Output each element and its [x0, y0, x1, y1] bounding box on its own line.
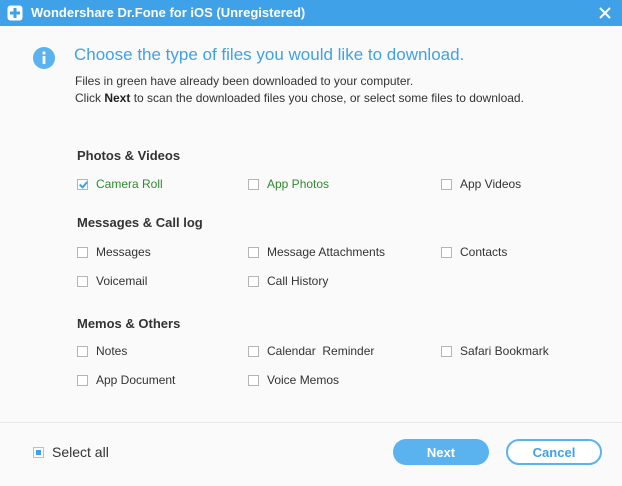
voice-memos-checkbox[interactable]	[248, 375, 259, 386]
section-messages-call-log: Messages & Call log	[77, 215, 203, 230]
notes-label: Notes	[96, 344, 128, 358]
app-videos-label: App Videos	[460, 177, 522, 191]
option-message-attachments[interactable]: Message Attachments	[248, 245, 385, 260]
option-messages[interactable]: Messages	[77, 245, 151, 260]
option-app-document[interactable]: App Document	[77, 373, 175, 388]
description-line-2: Click Next to scan the downloaded files …	[75, 91, 524, 106]
description-line-1: Files in green have already been downloa…	[75, 74, 414, 88]
camera-roll-label: Camera Roll	[96, 177, 163, 191]
option-voicemail[interactable]: Voicemail	[77, 274, 147, 289]
option-camera-roll[interactable]: Camera Roll	[77, 177, 163, 192]
messages-checkbox[interactable]	[77, 247, 88, 258]
page-title: Choose the type of files you would like …	[74, 45, 465, 64]
next-button[interactable]: Next	[393, 439, 489, 465]
option-notes[interactable]: Notes	[77, 344, 127, 359]
footer-bar: Select all Next Cancel	[0, 422, 622, 486]
option-app-photos[interactable]: App Photos	[248, 177, 329, 192]
message-attachments-checkbox[interactable]	[248, 247, 259, 258]
safari-bookmark-label: Safari Bookmark	[460, 344, 549, 358]
option-voice-memos[interactable]: Voice Memos	[248, 373, 339, 388]
call-history-checkbox[interactable]	[248, 276, 259, 287]
app-photos-checkbox[interactable]	[248, 179, 259, 190]
calendar-reminder-label: Calendar Reminder	[267, 344, 375, 358]
drfone-logo-icon	[7, 5, 23, 21]
section-memos-others: Memos & Others	[77, 316, 181, 331]
calendar-reminder-checkbox[interactable]	[248, 346, 259, 357]
voicemail-label: Voicemail	[96, 274, 148, 288]
select-all-label: Select all	[52, 444, 109, 460]
title-bar: Wondershare Dr.Fone for iOS (Unregistere…	[0, 0, 622, 26]
call-history-label: Call History	[267, 274, 329, 288]
app-photos-label: App Photos	[267, 177, 330, 191]
app-videos-checkbox[interactable]	[441, 179, 452, 190]
app-document-label: App Document	[96, 373, 176, 387]
notes-checkbox[interactable]	[77, 346, 88, 357]
option-app-videos[interactable]: App Videos	[441, 177, 521, 192]
description-suffix: to scan the downloaded files you chose, …	[130, 91, 524, 105]
info-icon	[33, 47, 55, 69]
section-photos-videos: Photos & Videos	[77, 148, 181, 163]
option-safari-bookmark[interactable]: Safari Bookmark	[441, 344, 549, 359]
contacts-checkbox[interactable]	[441, 247, 452, 258]
option-contacts[interactable]: Contacts	[441, 245, 507, 260]
option-call-history[interactable]: Call History	[248, 274, 328, 289]
close-icon[interactable]	[596, 4, 614, 22]
voicemail-checkbox[interactable]	[77, 276, 88, 287]
description-next-keyword: Next	[104, 91, 131, 105]
contacts-label: Contacts	[460, 245, 508, 259]
cancel-button[interactable]: Cancel	[506, 439, 602, 465]
window-title: Wondershare Dr.Fone for iOS (Unregistere…	[31, 5, 306, 20]
safari-bookmark-checkbox[interactable]	[441, 346, 452, 357]
camera-roll-checkbox[interactable]	[77, 179, 88, 190]
file-type-panel: Choose the type of files you would like …	[0, 26, 622, 422]
message-attachments-label: Message Attachments	[267, 245, 386, 259]
messages-label: Messages	[96, 245, 151, 259]
select-all-checkbox[interactable]	[33, 446, 44, 458]
app-document-checkbox[interactable]	[77, 375, 88, 386]
select-all-option[interactable]: Select all	[33, 444, 109, 460]
option-calendar-reminder[interactable]: Calendar Reminder	[248, 344, 374, 359]
description-prefix: Click	[75, 91, 105, 105]
voice-memos-label: Voice Memos	[267, 373, 340, 387]
